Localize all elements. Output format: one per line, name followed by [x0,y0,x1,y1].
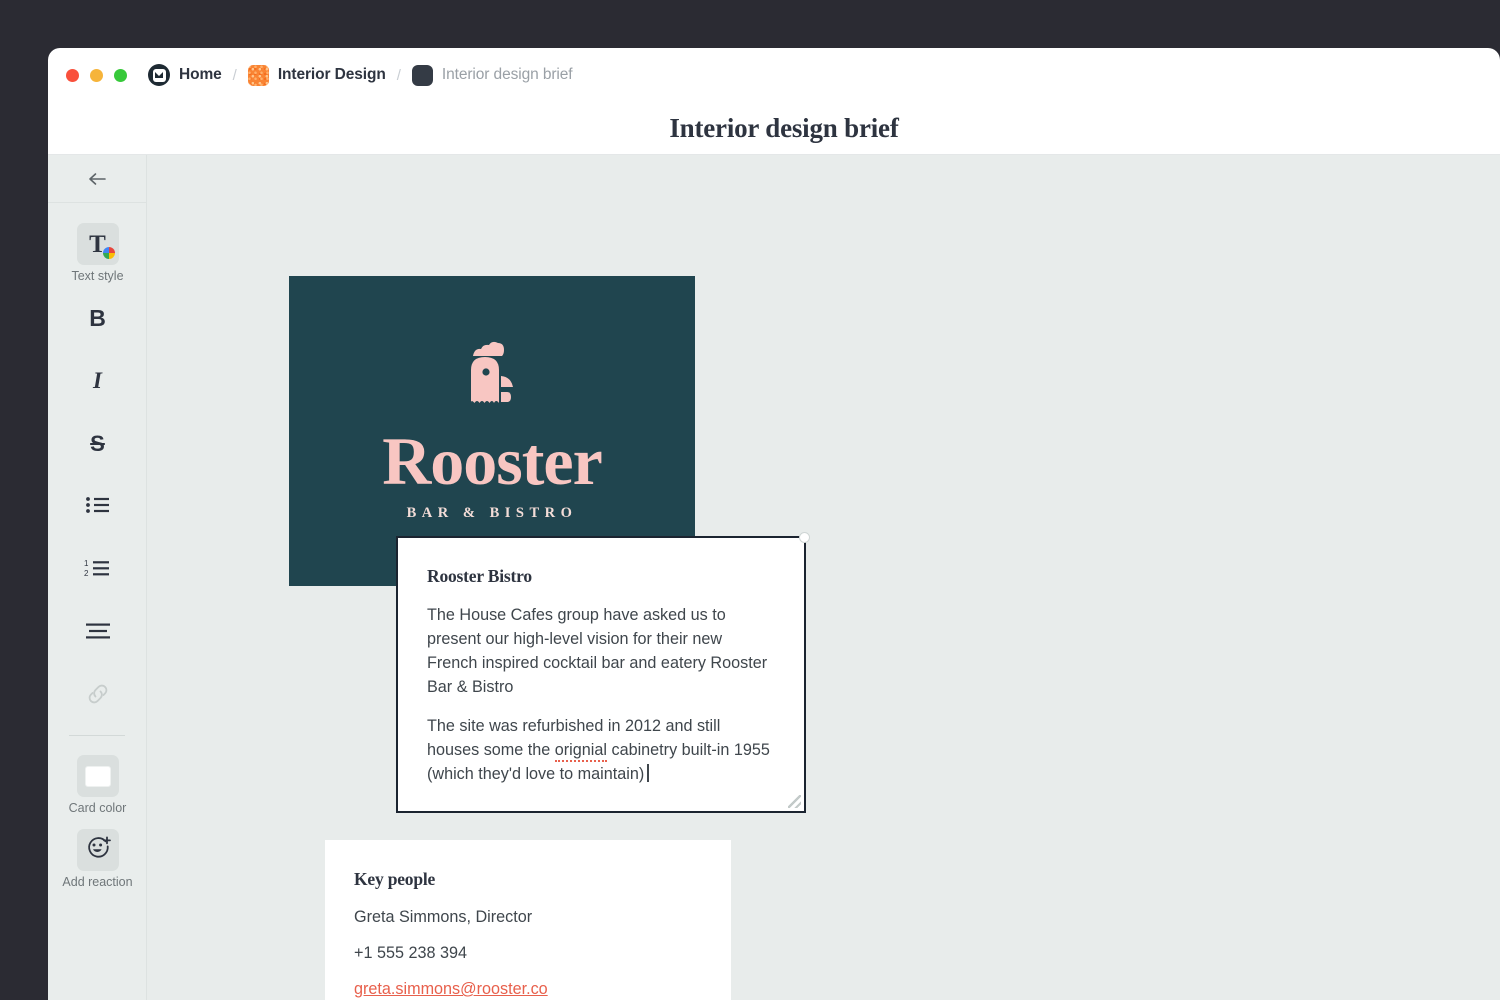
breadcrumb-separator-1: / [231,67,239,84]
app-window: Home / Interior Design / Interior design… [48,48,1500,1000]
sidebar-item-text-style[interactable]: T Text style [48,223,147,283]
logo-brand-text: Rooster [382,427,602,495]
link-icon [85,681,111,712]
sidebar-item-numbered-list[interactable]: 1 2 [48,549,147,591]
sidebar-item-align[interactable] [48,612,147,654]
color-swatch-icon [85,766,111,787]
strikethrough-icon: S [90,431,105,457]
breadcrumb-label-home: Home [179,66,222,84]
italic-icon: I [93,368,102,394]
svg-text:2: 2 [84,569,89,578]
titlebar: Home / Interior Design / Interior design… [48,48,1500,102]
sidebar-item-strikethrough[interactable]: S [48,423,147,465]
breadcrumb-label-interior-design: Interior Design [278,66,386,84]
breadcrumb: Home / Interior Design / Interior design… [148,64,573,86]
bulleted-list-icon [85,495,111,520]
breadcrumb-item-current[interactable]: Interior design brief [412,65,573,86]
orange-folder-icon [248,65,269,86]
sidebar-divider [69,735,125,736]
card-resize-grip[interactable] [788,795,801,808]
sidebar-item-link[interactable] [48,675,147,717]
smiley-plus-icon [84,834,112,867]
dark-doc-icon [412,65,433,86]
formatting-sidebar: T Text style B I S [48,155,147,1000]
bold-icon: B [89,305,106,332]
minimize-window-button[interactable] [90,69,103,82]
key-people-email-link[interactable]: greta.simmons@rooster.co [354,980,548,998]
note-paragraph-1[interactable]: The House Cafes group have asked us to p… [427,603,775,699]
sidebar-item-italic[interactable]: I [48,360,147,402]
page-title: Interior design brief [669,113,898,144]
close-window-button[interactable] [66,69,79,82]
text-cursor [647,764,649,782]
card-color-caption: Card color [69,801,127,815]
rooster-silhouette-icon [453,340,531,421]
sidebar-item-card-color[interactable]: Card color [48,755,147,815]
text-style-icon: T [89,232,106,257]
arrow-left-icon [87,171,107,187]
breadcrumb-label-current: Interior design brief [442,66,573,84]
document-canvas[interactable]: Rooster BAR & BISTRO Rooster Bistro The … [147,155,1500,1000]
note-card-title: Rooster Bistro [427,566,775,587]
misspelled-word[interactable]: orignial [555,741,607,762]
key-people-name: Greta Simmons, Director [354,908,702,927]
note-paragraph-2[interactable]: The site was refurbished in 2012 and sti… [427,714,775,786]
note-card[interactable]: Rooster Bistro The House Cafes group hav… [396,536,806,813]
breadcrumb-item-home[interactable]: Home [148,64,222,86]
home-mark-icon [148,64,170,86]
svg-text:1: 1 [84,559,89,568]
key-people-phone: +1 555 238 394 [354,944,702,963]
window-controls[interactable] [66,69,127,82]
maximize-window-button[interactable] [114,69,127,82]
sidebar-item-bold[interactable]: B [48,297,147,339]
numbered-list-icon: 1 2 [84,558,112,583]
add-reaction-caption: Add reaction [62,875,132,889]
sidebar-item-add-reaction[interactable]: Add reaction [48,829,147,889]
breadcrumb-separator-2: / [395,67,403,84]
breadcrumb-item-interior-design[interactable]: Interior Design [248,65,386,86]
key-people-card[interactable]: Key people Greta Simmons, Director +1 55… [325,840,731,1000]
key-people-title: Key people [354,869,702,890]
align-icon [85,622,111,645]
sidebar-item-bulleted-list[interactable] [48,486,147,528]
text-style-caption: Text style [71,269,123,283]
sidebar-back-button[interactable] [48,155,146,203]
logo-tagline-text: BAR & BISTRO [407,505,578,522]
card-selection-handle[interactable] [799,532,810,543]
document-header: Interior design brief [48,102,1500,155]
